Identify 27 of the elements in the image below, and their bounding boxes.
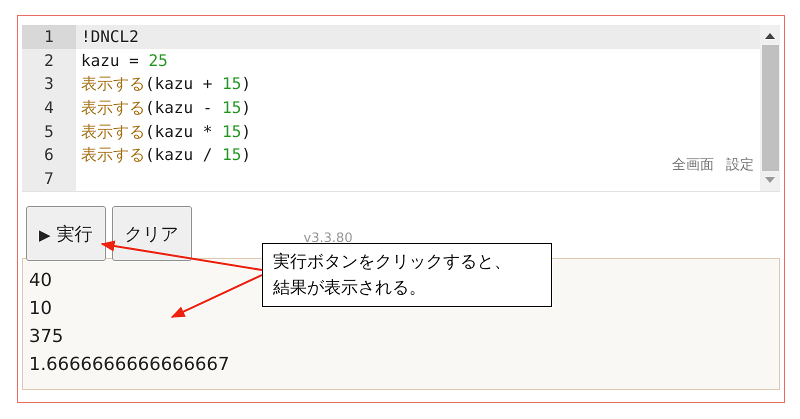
code-line: !DNCL2: [81, 27, 139, 46]
callout-tooltip: 実行ボタンをクリックすると、 結果が表示される。: [262, 243, 552, 307]
run-button[interactable]: ▶ 実行: [26, 206, 106, 261]
scroll-down-icon[interactable]: [765, 177, 775, 183]
scroll-thumb[interactable]: [762, 45, 778, 171]
line-number: 4: [43, 97, 55, 120]
line-number: 6: [43, 144, 55, 166]
scroll-up-icon[interactable]: [765, 33, 775, 39]
line-number: 2: [43, 50, 55, 72]
version-label: v3.3.80: [304, 231, 353, 246]
code-line: 表示する(kazu * 15): [81, 122, 251, 141]
scrollbar[interactable]: [760, 25, 780, 191]
clear-button[interactable]: クリア: [112, 206, 192, 261]
code-line: 表示する(kazu + 15): [81, 74, 251, 94]
line-number: 7: [43, 168, 55, 190]
code-line: kazu = 25: [81, 50, 168, 70]
output-line: 1.6666666666666667: [29, 353, 230, 377]
editor-link[interactable]: 設定: [726, 156, 754, 174]
editor-link[interactable]: 全画面: [672, 156, 714, 174]
line-number: 3: [43, 73, 55, 96]
output-line: 10: [29, 297, 52, 321]
line-number: 5: [43, 120, 55, 143]
line-number: 1: [22, 25, 76, 49]
code-line: 表示する(kazu / 15): [81, 145, 251, 164]
code-line: 表示する(kazu - 15): [81, 98, 251, 118]
output-line: 40: [29, 269, 52, 293]
output-line: 375: [29, 325, 64, 349]
